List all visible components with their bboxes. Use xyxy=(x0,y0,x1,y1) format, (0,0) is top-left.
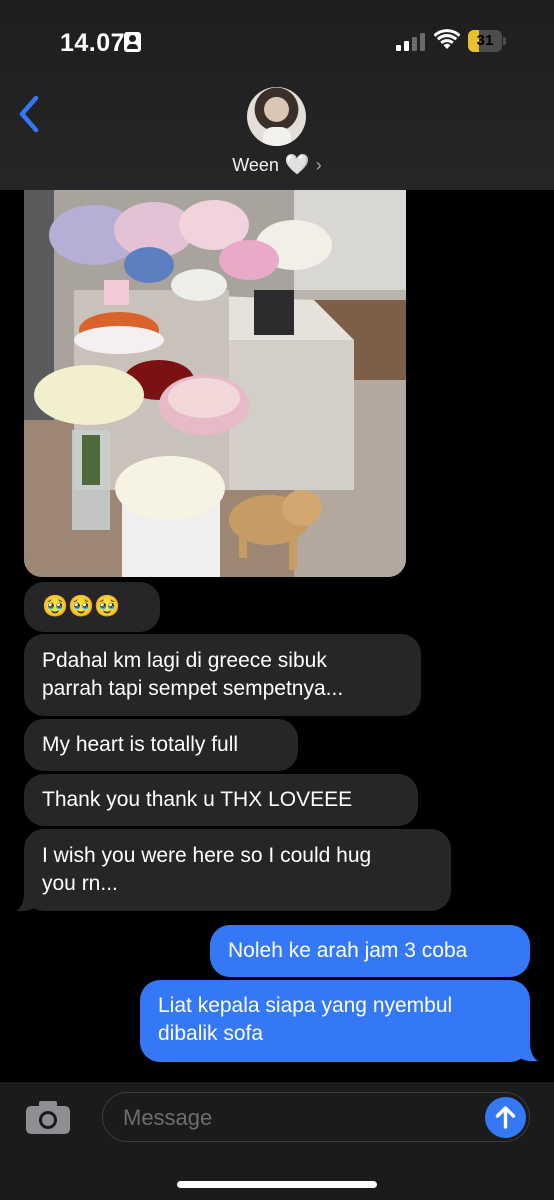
wifi-icon xyxy=(434,29,460,49)
message-text-line: Pdahal km lagi di greece sibuk xyxy=(42,649,327,672)
contact-name: Ween xyxy=(232,155,279,175)
message-text-line: dibalik sofa xyxy=(158,1022,264,1045)
camera-icon xyxy=(26,1101,70,1134)
camera-button[interactable] xyxy=(24,1098,72,1136)
message-text-line: I wish you were here so I could hug xyxy=(42,844,372,867)
photo-message[interactable] xyxy=(24,190,406,577)
message-input-placeholder: Message xyxy=(123,1105,213,1130)
chevron-left-icon xyxy=(19,95,39,133)
outgoing-bubble-tail xyxy=(520,1042,538,1062)
message-text-line: Liat kepala siapa yang nyembul xyxy=(158,994,453,1017)
incoming-bubble-tail xyxy=(16,892,34,912)
home-indicator[interactable] xyxy=(177,1181,377,1188)
incoming-message-bubble[interactable]: 🥹🥹🥹 xyxy=(24,582,160,632)
message-text: Thank you thank u THX LOVEEE xyxy=(42,788,353,811)
incoming-message-bubble[interactable]: Pdahal km lagi di greece sibuk parrah ta… xyxy=(24,634,421,716)
incoming-message-bubble[interactable]: Thank you thank u THX LOVEEE xyxy=(24,774,418,826)
message-text-line: you rn... xyxy=(42,872,118,895)
battery-icon: 31 xyxy=(468,30,506,52)
cellular-signal-icon xyxy=(396,33,426,51)
message-input[interactable]: Message xyxy=(102,1092,530,1142)
contact-avatar[interactable] xyxy=(247,87,306,146)
battery-percentage: 31 xyxy=(476,32,494,49)
id-card-icon xyxy=(124,32,141,52)
status-time: 14.07 xyxy=(60,29,126,57)
outgoing-message-bubble[interactable]: Noleh ke arah jam 3 coba xyxy=(210,925,530,977)
outgoing-message-bubble[interactable]: Liat kepala siapa yang nyembul dibalik s… xyxy=(140,980,530,1062)
message-text-line: parrah tapi sempet sempetnya... xyxy=(42,677,344,700)
message-text: My heart is totally full xyxy=(42,733,239,756)
arrow-up-icon xyxy=(495,1106,516,1129)
white-heart-emoji: 🤍 xyxy=(284,154,310,176)
message-text: Noleh ke arah jam 3 coba xyxy=(228,939,468,962)
back-button[interactable] xyxy=(14,92,48,136)
contact-name-button[interactable]: Ween 🤍 › xyxy=(0,152,554,177)
incoming-message-bubble[interactable]: My heart is totally full xyxy=(24,719,298,771)
message-text: 🥹🥹🥹 xyxy=(42,595,121,618)
chevron-right-icon: › xyxy=(315,155,322,175)
send-button[interactable] xyxy=(485,1097,526,1138)
incoming-message-bubble[interactable]: I wish you were here so I could hug you … xyxy=(24,829,451,911)
